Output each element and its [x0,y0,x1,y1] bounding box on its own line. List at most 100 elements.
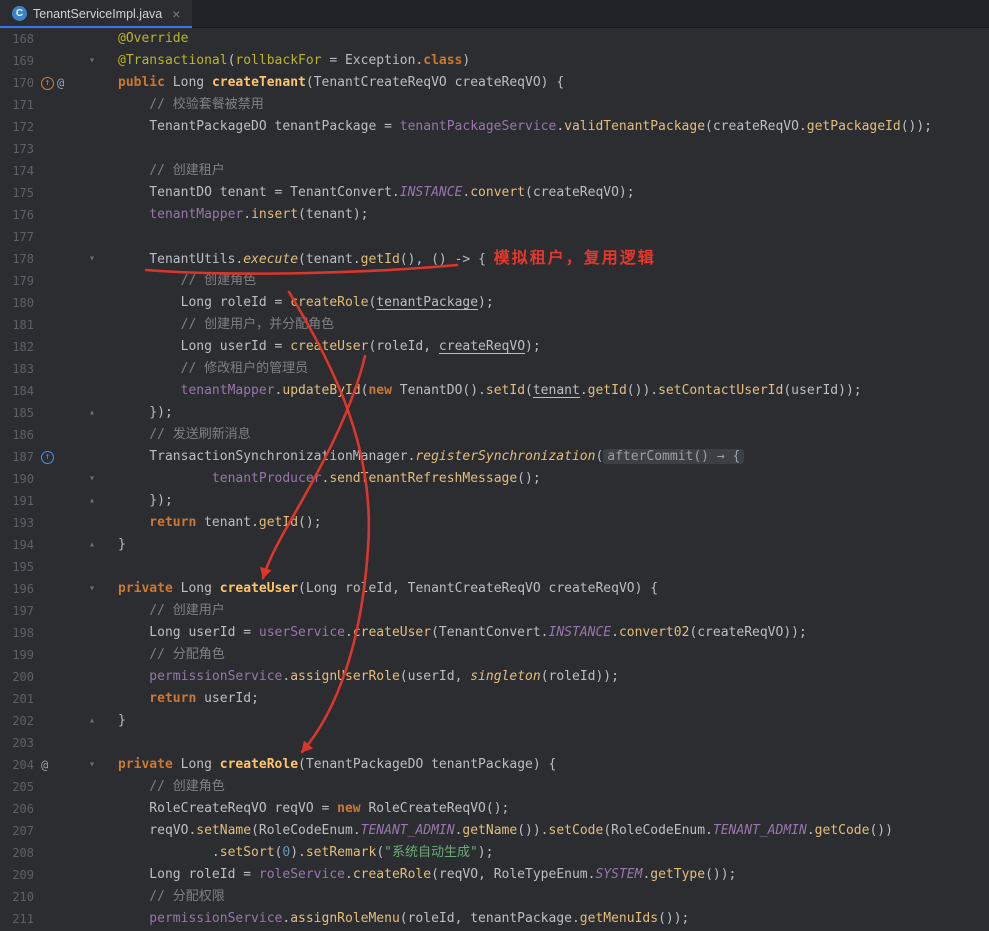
code-text[interactable]: tenantProducer.sendTenantRefreshMessage(… [104,468,989,490]
code-text[interactable]: private Long createUser(Long roleId, Ten… [104,578,989,600]
code-text[interactable]: TenantUtils.execute(tenant.getId(), () -… [104,248,989,270]
code-text[interactable]: tenantMapper.updateById(new TenantDO().s… [104,380,989,402]
code-text[interactable]: Long userId = userService.createUser(Ten… [104,622,989,644]
line-number: 168 [0,28,36,50]
override-gutter-icon[interactable]: ↑ [41,77,54,90]
code-text[interactable]: } [104,534,989,556]
code-text[interactable]: // 创建角色 [104,270,989,292]
code-text[interactable]: // 分配权限 [104,886,989,908]
gutter-markers [36,864,80,886]
line-number: 180 [0,292,36,314]
gutter-markers [36,402,80,424]
code-text[interactable]: }); [104,490,989,512]
code-text[interactable] [104,226,989,248]
code-line: 172 TenantPackageDO tenantPackage = tena… [0,116,989,138]
gutter-markers [36,644,80,666]
code-text[interactable]: }); [104,402,989,424]
code-line: 177 [0,226,989,248]
line-number: 207 [0,820,36,842]
gutter-fold-space [80,314,104,336]
line-number: 182 [0,336,36,358]
code-text[interactable]: return userId; [104,688,989,710]
folded-code-placeholder[interactable]: afterCommit() → { [603,449,744,464]
code-text[interactable]: @Override [104,28,989,50]
annotation-gutter-icon[interactable]: @ [41,754,48,776]
code-text[interactable] [104,556,989,578]
code-text[interactable]: tenantMapper.insert(tenant); [104,204,989,226]
code-line: 200 permissionService.assignUserRole(use… [0,666,989,688]
gutter-fold-space [80,270,104,292]
gutter-fold-space [80,160,104,182]
code-line: 201 return userId; [0,688,989,710]
gutter-markers [36,116,80,138]
code-line: 205 // 创建角色 [0,776,989,798]
code-editor[interactable]: 168@Override169▾@Transactional(rollbackF… [0,28,989,931]
code-text[interactable] [104,138,989,160]
code-text[interactable]: Long userId = createUser(roleId, createR… [104,336,989,358]
line-number: 187 [0,446,36,468]
code-text[interactable]: // 创建租户 [104,160,989,182]
code-text[interactable]: // 创建角色 [104,776,989,798]
code-text[interactable]: // 分配角色 [104,644,989,666]
code-text[interactable]: private Long createRole(TenantPackageDO … [104,754,989,776]
code-text[interactable]: // 发送刷新消息 [104,424,989,446]
line-number: 184 [0,380,36,402]
code-text[interactable]: TransactionSynchronizationManager.regist… [104,446,989,468]
code-lines: 168@Override169▾@Transactional(rollbackF… [0,28,989,931]
fold-toggle-icon[interactable]: ▴ [80,490,104,512]
gutter-fold-space [80,864,104,886]
code-text[interactable]: @Transactional(rollbackFor = Exception.c… [104,50,989,72]
line-number: 205 [0,776,36,798]
tab-tenantserviceimpl[interactable]: C TenantServiceImpl.java × [0,0,192,27]
tab-close-icon[interactable]: × [172,7,180,21]
gutter-markers [36,622,80,644]
code-text[interactable]: // 校验套餐被禁用 [104,94,989,116]
code-text[interactable]: permissionService.assignUserRole(userId,… [104,666,989,688]
code-text[interactable]: return tenant.getId(); [104,512,989,534]
code-line: 182 Long userId = createUser(roleId, cre… [0,336,989,358]
code-text[interactable]: Long roleId = roleService.createRole(req… [104,864,989,886]
code-text[interactable]: TenantDO tenant = TenantConvert.INSTANCE… [104,182,989,204]
code-text[interactable]: // 修改租户的管理员 [104,358,989,380]
gutter-fold-space [80,688,104,710]
line-number: 204 [0,754,36,776]
gutter-markers [36,600,80,622]
code-line: 174 // 创建租户 [0,160,989,182]
fold-toggle-icon[interactable]: ▾ [80,754,104,776]
code-line: 203 [0,732,989,754]
fold-toggle-icon[interactable]: ▾ [80,578,104,600]
code-line: 185▴ }); [0,402,989,424]
line-number: 175 [0,182,36,204]
gutter-markers [36,160,80,182]
code-text[interactable]: public Long createTenant(TenantCreateReq… [104,72,989,94]
gutter-fold-space [80,182,104,204]
fold-toggle-icon[interactable]: ▴ [80,710,104,732]
annotation-gutter-icon[interactable]: @ [57,72,64,94]
code-text[interactable]: Long roleId = createRole(tenantPackage); [104,292,989,314]
fold-toggle-icon[interactable]: ▾ [80,248,104,270]
code-text[interactable] [104,732,989,754]
code-text[interactable]: permissionService.assignRoleMenu(roleId,… [104,908,989,930]
code-text[interactable]: // 创建用户 [104,600,989,622]
code-text[interactable]: // 创建用户，并分配角色 [104,314,989,336]
gutter-markers [36,182,80,204]
code-text[interactable]: .setSort(0).setRemark("系统自动生成"); [104,842,989,864]
code-line: 178▾ TenantUtils.execute(tenant.getId(),… [0,248,989,270]
line-number: 183 [0,358,36,380]
code-text[interactable]: } [104,710,989,732]
line-number: 197 [0,600,36,622]
fold-toggle-icon[interactable]: ▴ [80,402,104,424]
gutter-fold-space [80,226,104,248]
code-text[interactable]: reqVO.setName(RoleCodeEnum.TENANT_ADMIN.… [104,820,989,842]
line-number: 208 [0,842,36,864]
code-line: 206 RoleCreateReqVO reqVO = new RoleCrea… [0,798,989,820]
code-line: 198 Long userId = userService.createUser… [0,622,989,644]
fold-toggle-icon[interactable]: ▾ [80,50,104,72]
line-number: 203 [0,732,36,754]
code-text[interactable]: RoleCreateReqVO reqVO = new RoleCreateRe… [104,798,989,820]
override-gutter-icon[interactable]: ↑ [41,451,54,464]
java-class-icon: C [12,6,27,21]
fold-toggle-icon[interactable]: ▾ [80,468,104,490]
code-text[interactable]: TenantPackageDO tenantPackage = tenantPa… [104,116,989,138]
fold-toggle-icon[interactable]: ▴ [80,534,104,556]
